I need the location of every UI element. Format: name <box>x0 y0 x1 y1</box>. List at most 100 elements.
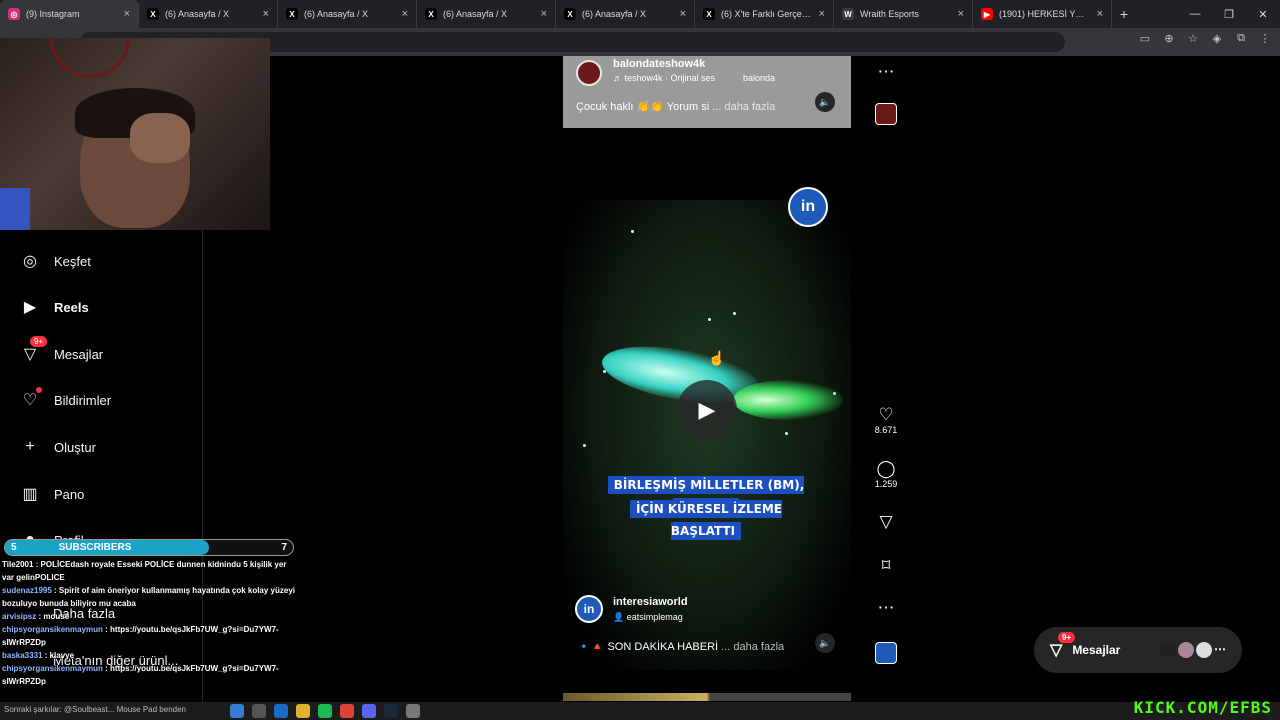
steam-icon[interactable] <box>384 704 398 718</box>
like-button[interactable]: ♡ 8.671 <box>870 405 902 435</box>
now-playing-text: Sonraki şarkılar: @Soulbeast... Mouse Pa… <box>4 705 186 714</box>
bookmark-star-icon[interactable]: ☆ <box>1186 32 1200 50</box>
browser-tab[interactable]: X (6) Anasayfa / X × <box>139 0 278 28</box>
chat-username: sudenaz1995 <box>2 586 52 595</box>
webcam-overlay <box>0 38 270 230</box>
mute-icon[interactable]: 🔈 <box>815 633 835 653</box>
avatar[interactable]: in <box>575 595 603 623</box>
sidebar-item-4[interactable]: + Oluştur <box>20 437 96 457</box>
outlook-icon[interactable] <box>274 704 288 718</box>
mouse-cursor-icon: ☝ <box>708 350 726 366</box>
sidebar-item-2[interactable]: ▽ 9+ Mesajlar <box>20 336 103 364</box>
sidebar-item-label: Oluştur <box>54 439 96 455</box>
reel-audio[interactable]: 👤 eatsimplemag <box>613 612 683 623</box>
chat-username: chipsyorgansikenmaymun <box>2 664 103 673</box>
reel-username[interactable]: balondateshow4k <box>613 58 705 70</box>
cast-icon[interactable]: ▭ <box>1138 32 1152 50</box>
tab-title: (1901) HERKESİ YOUTUBE <box>999 9 1091 19</box>
headline-line-2: İÇİN KÜRESEL İZLEME BAŞLATTI <box>596 498 816 542</box>
reel-caption: Çocuk haklı 👏👏 Yorum si ... daha fazla <box>576 100 775 113</box>
messages-pill[interactable]: ▽ 9+ Mesajlar ⋯ <box>1034 627 1242 673</box>
save-button[interactable]: ⌑ <box>870 556 902 576</box>
avatar[interactable] <box>576 60 602 86</box>
sidebar-item-3[interactable]: ♡ Bildirimler <box>20 387 111 410</box>
reel-video[interactable]: ▶ in BİRLEŞMİŞ MİLLETLER (BM), 3I/ATLAS … <box>563 140 851 695</box>
share-button[interactable]: ▽ <box>870 512 902 532</box>
rgb-light <box>0 188 30 230</box>
notification-dot <box>36 387 42 393</box>
previous-reel-menu-icon[interactable]: ⋯ <box>870 62 902 82</box>
subscriber-goal: 7 <box>281 542 287 553</box>
sidebar-item-0[interactable]: ◎ Keşfet <box>20 251 91 271</box>
plus-icon: + <box>25 438 35 455</box>
tab-favicon-icon: X <box>564 8 576 20</box>
wall-decoration <box>50 38 130 78</box>
browser-tab[interactable]: X (6) Anasayfa / X × <box>417 0 556 28</box>
audio-thumbnail[interactable] <box>875 103 897 125</box>
windows-icon[interactable] <box>230 704 244 718</box>
sidebar-item-label: Keşfet <box>54 253 91 269</box>
stream-chat: Tile2001 : POLİCEdash royale Esseki POLİ… <box>2 558 298 706</box>
play-icon[interactable]: ▶ <box>677 380 737 440</box>
chrome-icon[interactable] <box>340 704 354 718</box>
previous-reel[interactable]: balondateshow4k ♬ teshow4k · Orijinal se… <box>563 56 851 128</box>
toolbar-icons: ▭ ⊕ ☆ ◈ ⧉ ⋮ <box>1138 32 1272 50</box>
star <box>708 318 711 321</box>
close-tab-icon[interactable]: × <box>124 8 130 20</box>
close-window-icon[interactable]: ✕ <box>1246 8 1280 21</box>
subscriber-label: SUBSCRIBERS <box>58 542 132 553</box>
close-tab-icon[interactable]: × <box>958 8 964 20</box>
close-tab-icon[interactable]: × <box>541 8 547 20</box>
more-link[interactable]: ... daha fazla <box>721 641 784 653</box>
close-tab-icon[interactable]: × <box>819 8 825 20</box>
zoom-icon[interactable]: ⊕ <box>1162 32 1176 50</box>
chat-message: chipsyorgansikenmaymun : https://youtu.b… <box>2 623 298 649</box>
close-tab-icon[interactable]: × <box>680 8 686 20</box>
browser-tab[interactable]: W Wraith Esports × <box>834 0 973 28</box>
close-tab-icon[interactable]: × <box>1097 8 1103 20</box>
taskbar-icons <box>230 704 420 718</box>
reel-audio[interactable]: ♬ teshow4k · Orijinal ses <box>613 73 715 83</box>
close-tab-icon[interactable]: × <box>402 8 408 20</box>
browser-tab-bar: ◎ (9) Instagram × X (6) Anasayfa / X × X (6) An… <box>0 0 1280 28</box>
browser-tab[interactable]: ▶ (1901) HERKESİ YOUTUBE × <box>973 0 1112 28</box>
menu-icon[interactable]: ⋮ <box>1258 32 1272 50</box>
maximize-icon[interactable]: ❐ <box>1212 8 1246 21</box>
comment-button[interactable]: ◯ 1.259 <box>870 459 902 489</box>
discord-icon[interactable] <box>362 704 376 718</box>
mute-icon[interactable]: 🔈 <box>815 92 835 112</box>
new-tab-icon[interactable]: + <box>1112 6 1136 22</box>
chat-message: sudenaz1995 : Spirit of aim öneriyor kul… <box>2 584 298 610</box>
tab-favicon-icon: X <box>147 8 159 20</box>
puzzle-icon[interactable]: ⧉ <box>1234 32 1248 50</box>
close-tab-icon[interactable]: × <box>263 8 269 20</box>
sidebar-item-5[interactable]: ▥ Pano <box>20 484 84 504</box>
minimize-icon[interactable]: — <box>1178 8 1212 20</box>
spotify-icon[interactable] <box>318 704 332 718</box>
reel-username[interactable]: interesiaworld <box>613 596 688 608</box>
star <box>785 432 788 435</box>
app-icon[interactable] <box>406 704 420 718</box>
search-icon[interactable] <box>252 704 266 718</box>
messages-label: Mesajlar <box>1072 643 1121 657</box>
folder-icon[interactable] <box>296 704 310 718</box>
star <box>583 444 586 447</box>
reels-icon: ▶ <box>23 299 37 316</box>
bookmark-icon: ⌑ <box>881 556 891 575</box>
extension-icon[interactable]: ◈ <box>1210 32 1224 50</box>
browser-tab[interactable]: ◎ (9) Instagram × <box>0 0 139 28</box>
streamer-hand <box>130 113 190 163</box>
chat-message: arvisipsz : mouse <box>2 610 298 623</box>
avatar <box>1160 642 1176 658</box>
tab-title: Wraith Esports <box>860 9 919 19</box>
sidebar-item-1[interactable]: ▶ Reels <box>20 297 89 317</box>
next-reel-preview[interactable] <box>563 693 851 701</box>
audio-thumbnail[interactable] <box>875 642 897 664</box>
tab-favicon-icon: X <box>425 8 437 20</box>
more-options-button[interactable]: ⋯ <box>870 598 902 618</box>
browser-tab[interactable]: X (6) X'te Farklı Gerçekler: " × <box>695 0 834 28</box>
glowing-trail <box>733 380 843 420</box>
more-link[interactable]: ... daha fazla <box>712 101 775 113</box>
browser-tab[interactable]: X (6) Anasayfa / X × <box>556 0 695 28</box>
browser-tab[interactable]: X (6) Anasayfa / X × <box>278 0 417 28</box>
